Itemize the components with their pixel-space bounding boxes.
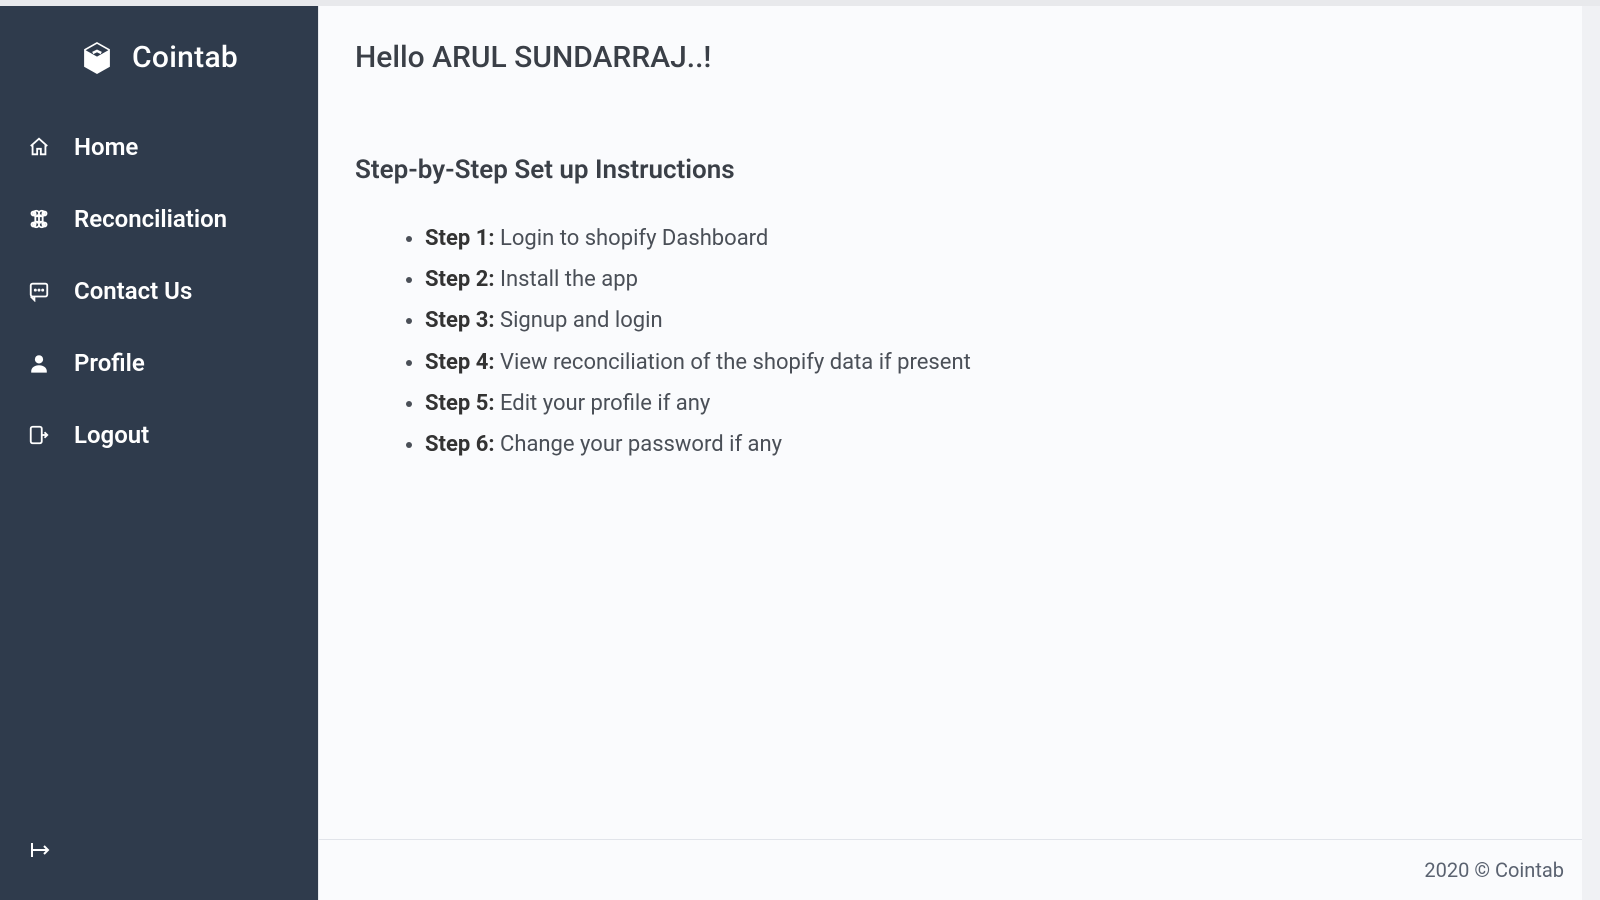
collapse-icon (28, 847, 52, 866)
sidebar-item-label: Profile (74, 349, 145, 377)
section-title: Step-by-Step Set up Instructions (355, 155, 1564, 185)
sidebar-footer (0, 838, 318, 900)
step-text: View reconciliation of the shopify data … (495, 350, 971, 375)
home-icon (28, 136, 50, 158)
step-label: Step 1: (425, 226, 495, 251)
footer-text: 2020 © Cointab (1424, 858, 1564, 882)
sidebar-item-profile[interactable]: Profile (0, 327, 318, 399)
sidebar-item-contact-us[interactable]: Contact Us (0, 255, 318, 327)
sidebar-item-label: Logout (74, 421, 149, 449)
sidebar-item-label: Home (74, 133, 138, 161)
step-label: Step 2: (425, 267, 495, 292)
step-label: Step 3: (425, 308, 495, 333)
sidebar-item-home[interactable]: Home (0, 111, 318, 183)
sidebar-item-label: Reconciliation (74, 205, 227, 233)
step-label: Step 6: (425, 432, 495, 457)
command-icon (28, 208, 50, 230)
logout-icon (28, 424, 50, 446)
main: Hello ARUL SUNDARRAJ..! Step-by-Step Set… (318, 0, 1600, 900)
content: Hello ARUL SUNDARRAJ..! Step-by-Step Set… (319, 0, 1600, 839)
step-text: Change your password if any (495, 432, 783, 457)
steps-list: Step 1: Login to shopify Dashboard Step … (355, 221, 1564, 462)
sidebar-nav: Home Reconciliation Contact Us (0, 105, 318, 471)
greeting: Hello ARUL SUNDARRAJ..! (355, 40, 1564, 75)
user-icon (28, 352, 50, 374)
footer: 2020 © Cointab (319, 839, 1600, 900)
step-text: Install the app (495, 267, 638, 292)
list-item: Step 2: Install the app (425, 262, 1564, 297)
collapse-sidebar-button[interactable] (28, 838, 52, 866)
chat-icon (28, 280, 50, 302)
step-label: Step 5: (425, 391, 495, 416)
window-top-strip (0, 0, 1600, 6)
list-item: Step 3: Signup and login (425, 303, 1564, 338)
list-item: Step 4: View reconciliation of the shopi… (425, 345, 1564, 380)
sidebar-item-logout[interactable]: Logout (0, 399, 318, 471)
step-text: Login to shopify Dashboard (495, 226, 769, 251)
list-item: Step 5: Edit your profile if any (425, 386, 1564, 421)
brand-logo-icon (80, 41, 114, 75)
step-text: Signup and login (495, 308, 663, 333)
list-item: Step 6: Change your password if any (425, 427, 1564, 462)
step-text: Edit your profile if any (495, 391, 711, 416)
sidebar: Cointab Home Reconciliation (0, 0, 318, 900)
list-item: Step 1: Login to shopify Dashboard (425, 221, 1564, 256)
step-label: Step 4: (425, 350, 495, 375)
scrollbar-gutter[interactable] (1582, 6, 1600, 900)
sidebar-item-reconciliation[interactable]: Reconciliation (0, 183, 318, 255)
brand-name: Cointab (132, 40, 238, 75)
sidebar-item-label: Contact Us (74, 277, 192, 305)
brand[interactable]: Cointab (0, 6, 318, 105)
